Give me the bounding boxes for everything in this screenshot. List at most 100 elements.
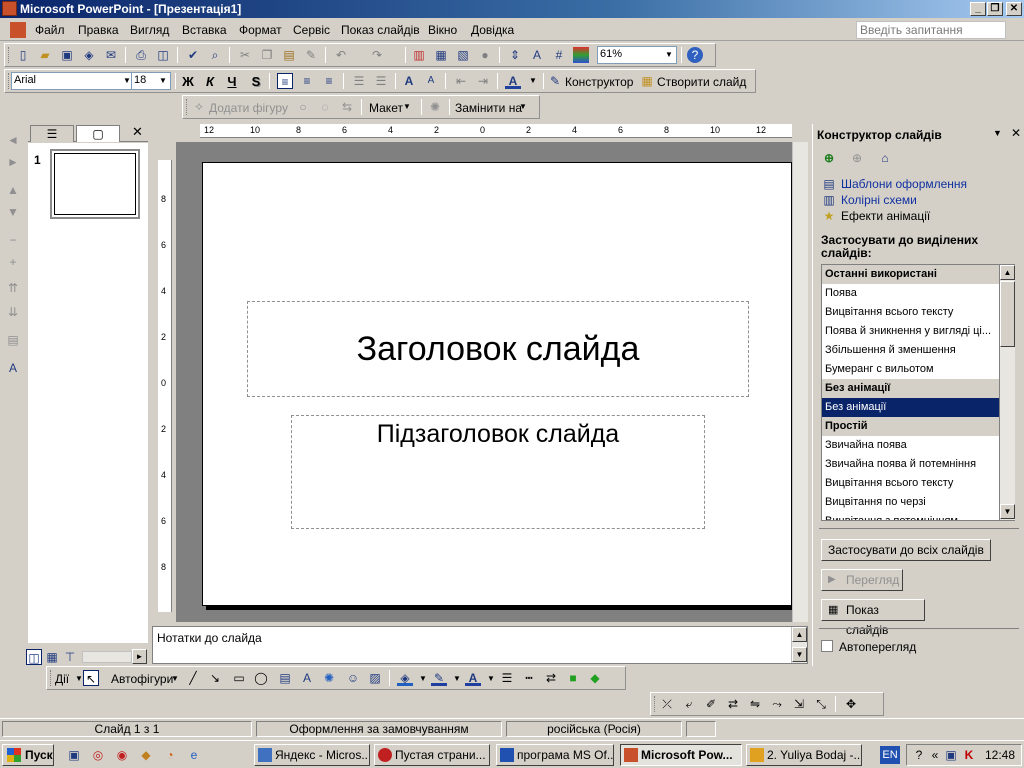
task-ms-office[interactable]: програма MS Of... xyxy=(496,744,614,766)
picture-icon[interactable]: ▨ xyxy=(367,670,383,686)
arrow-icon[interactable]: ↘ xyxy=(207,670,223,686)
toolbar-grip[interactable] xyxy=(186,99,189,115)
font-select[interactable]: Arial ▼ xyxy=(11,72,135,90)
home-icon[interactable]: ⌂ xyxy=(877,150,893,166)
horizontal-scrollbar[interactable] xyxy=(82,651,132,663)
notes-pane[interactable]: Нотатки до слайда ▲ ▼ xyxy=(152,626,808,664)
save-icon[interactable]: ▣ xyxy=(59,47,75,63)
subtitle-placeholder[interactable]: Підзаголовок слайда xyxy=(291,415,705,529)
align-center-icon[interactable]: ≡ xyxy=(299,73,315,89)
menu-tools[interactable]: Сервіс xyxy=(293,23,330,37)
italic-button[interactable]: К xyxy=(201,74,219,89)
minimize-button[interactable]: _ xyxy=(970,2,986,16)
replace-button[interactable]: Замінити на xyxy=(455,101,522,115)
desktop-icon[interactable]: ▣ xyxy=(66,747,82,763)
scroll-right-icon[interactable]: ► xyxy=(132,649,147,664)
slide-thumbnail[interactable] xyxy=(50,149,140,219)
3d-style-icon[interactable]: ◆ xyxy=(587,670,603,686)
redo-icon[interactable]: ↷ xyxy=(369,47,385,63)
menu-window[interactable]: Вікно xyxy=(428,23,457,37)
move-up-icon[interactable]: ▲ xyxy=(5,182,21,198)
align-right-icon[interactable]: ≡ xyxy=(321,73,337,89)
reverse-icon[interactable]: ⇆ xyxy=(339,99,355,115)
list-item[interactable]: Бумеранг с вильотом xyxy=(822,360,1014,379)
decrease-font-icon[interactable]: A xyxy=(423,73,439,89)
tab-outline[interactable]: ☰ xyxy=(30,125,74,142)
new-icon[interactable]: ▯ xyxy=(15,47,31,63)
help-tray-icon[interactable]: ? xyxy=(911,747,927,763)
menu-help[interactable]: Довідка xyxy=(471,23,514,37)
help-icon[interactable]: ? xyxy=(687,47,703,63)
forward-icon[interactable]: ⊕ xyxy=(849,150,865,166)
elbow-connector-icon[interactable]: ⤶ xyxy=(681,696,697,712)
expand-icon[interactable]: ⇕ xyxy=(507,47,523,63)
textbox-icon[interactable]: ▤ xyxy=(277,670,293,686)
research-icon[interactable]: ⌕ xyxy=(207,47,223,63)
clipart-icon[interactable]: ☺ xyxy=(345,670,361,686)
add-shape-button[interactable]: Додати фігуру xyxy=(209,101,288,115)
task-blank-page[interactable]: Пустая страни... xyxy=(374,744,490,766)
permission-icon[interactable]: ◈ xyxy=(81,47,97,63)
list-item[interactable]: Вицвітання всього тексту xyxy=(822,303,1014,322)
email-icon[interactable]: ✉ xyxy=(103,47,119,63)
chevron-down-icon[interactable]: ▼ xyxy=(525,73,541,89)
preview-button[interactable]: ▶ Перегляд xyxy=(821,569,903,591)
shape-icon[interactable]: ⤳ xyxy=(769,696,785,712)
document-icon[interactable] xyxy=(10,22,26,38)
shadow-style-icon[interactable]: ■ xyxy=(565,670,581,686)
increase-indent-icon[interactable]: ⇥ xyxy=(475,73,491,89)
shape-icon[interactable]: ⇲ xyxy=(791,696,807,712)
layout-button[interactable]: Макет xyxy=(369,101,403,115)
apply-to-all-button[interactable]: Застосувати до всіх слайдів xyxy=(821,539,991,561)
move-down-icon[interactable]: ▼ xyxy=(5,204,21,220)
slide-vertical-scrollbar[interactable] xyxy=(792,142,808,622)
clock-app-icon[interactable]: ◔ xyxy=(162,747,178,763)
rectangle-icon[interactable]: ▭ xyxy=(231,670,247,686)
chevron-down-icon[interactable]: ▼ xyxy=(993,128,1002,138)
start-button[interactable]: Пуск xyxy=(2,744,54,766)
slideshow-view-icon[interactable]: ⊤ xyxy=(62,649,78,665)
print-preview-icon[interactable]: ◫ xyxy=(155,47,171,63)
slide-title[interactable]: Заголовок слайда xyxy=(248,330,748,369)
show-formatting-icon[interactable]: A xyxy=(529,47,545,63)
fill-color-icon[interactable]: ◈ xyxy=(397,670,413,686)
undo-icon[interactable]: ↶ xyxy=(333,47,349,63)
menu-file[interactable]: Файл xyxy=(35,23,65,37)
menu-slideshow[interactable]: Показ слайдів xyxy=(341,23,420,37)
format-painter-icon[interactable]: ✎ xyxy=(303,47,319,63)
chevron-down-icon[interactable]: ▼ xyxy=(449,671,465,687)
notes-scrollbar[interactable]: ▲ ▼ xyxy=(791,627,807,663)
connector-icon[interactable]: ⤫ xyxy=(659,696,675,712)
open-icon[interactable]: ▰ xyxy=(37,47,53,63)
bullets-icon[interactable]: ☰ xyxy=(373,73,389,89)
numbering-icon[interactable]: ☰ xyxy=(351,73,367,89)
oval-icon[interactable]: ◯ xyxy=(253,670,269,686)
paste-icon[interactable]: ▤ xyxy=(281,47,297,63)
restore-button[interactable]: ❐ xyxy=(987,2,1003,16)
decrease-indent-icon[interactable]: ⇤ xyxy=(453,73,469,89)
shape-icon[interactable]: ⇋ xyxy=(747,696,763,712)
help-question-input[interactable]: Введіть запитання xyxy=(856,21,1006,39)
task-powerpoint[interactable]: Microsoft Pow... xyxy=(620,744,742,766)
animation-list[interactable]: Останні використані Поява Вицвітання всьог… xyxy=(821,264,1015,521)
ie-icon[interactable]: e xyxy=(186,747,202,763)
bold-button[interactable]: Ж xyxy=(179,74,197,89)
shape-icon[interactable]: ⤡ xyxy=(813,696,829,712)
autoformat-icon[interactable]: ✺ xyxy=(427,99,443,115)
font-color-icon[interactable]: A xyxy=(465,670,481,686)
summary-slide-icon[interactable]: ▤ xyxy=(5,332,21,348)
menu-edit[interactable]: Правка xyxy=(78,23,119,37)
list-item[interactable]: Вицвітання всього тексту xyxy=(822,474,1014,493)
move-forward-icon[interactable]: ◌ xyxy=(317,99,333,115)
arrow-style-icon[interactable]: ⇄ xyxy=(543,670,559,686)
chevron-down-icon[interactable]: ▼ xyxy=(415,671,431,687)
toolbar-grip[interactable] xyxy=(8,47,11,63)
diagram-icon[interactable]: ✺ xyxy=(321,670,337,686)
move-back-icon[interactable]: ○ xyxy=(295,99,311,115)
scroll-down-icon[interactable]: ▼ xyxy=(792,647,807,662)
shape-icon[interactable]: ✐ xyxy=(703,696,719,712)
chart-icon[interactable]: ▥ xyxy=(411,47,427,63)
network-icon[interactable]: ▣ xyxy=(943,747,959,763)
table-icon[interactable]: ▦ xyxy=(433,47,449,63)
chevron-down-icon[interactable]: ▼ xyxy=(483,671,499,687)
